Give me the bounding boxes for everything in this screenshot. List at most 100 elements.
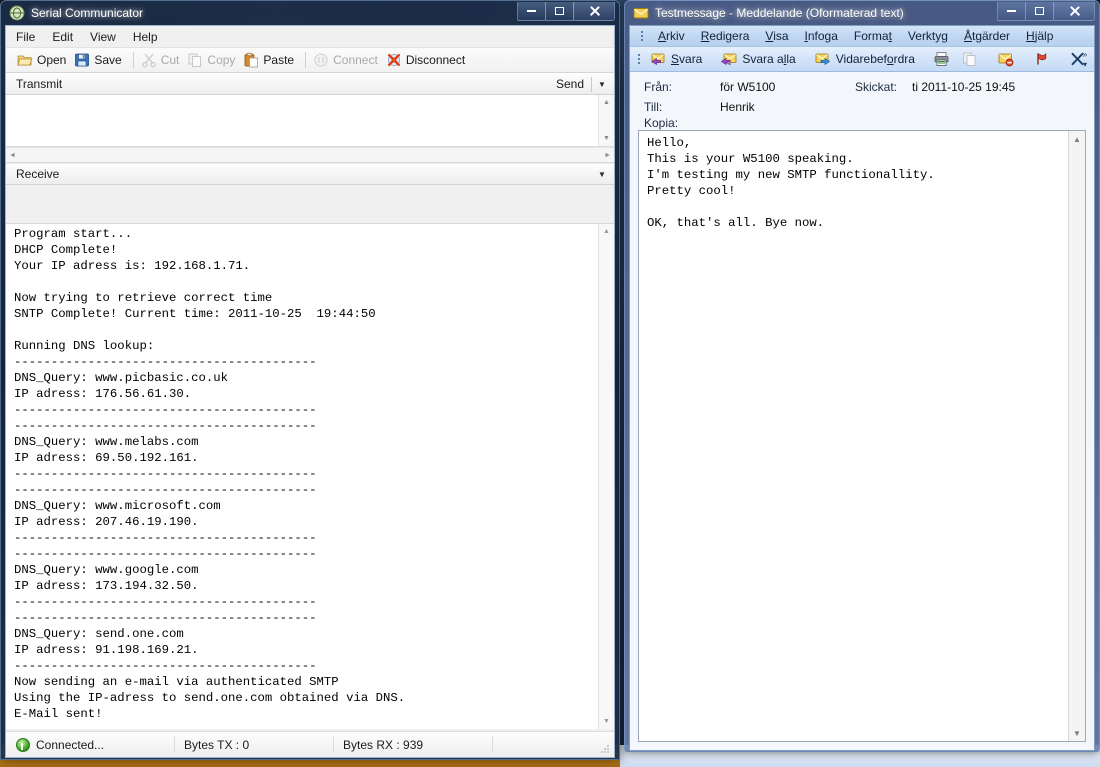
scroll-right-icon[interactable]: ► <box>604 152 611 159</box>
menu-item-help[interactable]: Help <box>133 30 158 44</box>
toolbar[interactable]: Open Save <box>6 48 614 73</box>
close-icon <box>1069 6 1080 17</box>
menu-item-edit[interactable]: Edit <box>52 30 73 44</box>
toolbar-button-open[interactable]: Open <box>15 49 72 71</box>
status-connection-text: Connected... <box>36 738 104 752</box>
close-button[interactable] <box>1053 2 1095 21</box>
toolbar-button-paste[interactable]: Paste <box>241 49 300 71</box>
toolbar-grip-icon[interactable] <box>638 52 640 66</box>
cc-label: Kopia: <box>644 116 678 130</box>
menu-item-file[interactable]: File <box>16 30 35 44</box>
chevron-down-icon[interactable]: ▼ <box>592 170 612 179</box>
toolbar-button-copy[interactable] <box>956 48 984 70</box>
menu-item-infoga[interactable]: Infoga <box>797 29 846 43</box>
transmit-vertical-scrollbar[interactable]: ▲ ▼ <box>598 95 614 146</box>
junk-mail-icon <box>997 51 1015 67</box>
transmit-horizontal-scrollbar[interactable]: ◄ ► <box>6 147 614 163</box>
toolbar-button-connect[interactable]: Connect <box>311 49 384 71</box>
toolbar-overflow-icon[interactable]: »▾ <box>1078 49 1092 70</box>
toolbar-label-paste: Paste <box>263 53 294 67</box>
toolbar-rest: rdra <box>894 52 915 66</box>
toolbar-accel: o <box>887 52 894 66</box>
resize-grip-icon[interactable] <box>599 743 611 755</box>
toolbar-button-flag[interactable] <box>1028 48 1056 70</box>
transmit-textarea[interactable]: ▲ ▼ <box>6 95 614 147</box>
window-frame: Testmessage - Meddelande (Oformaterad te… <box>624 0 1100 752</box>
menu-rest: jälp <box>1035 29 1054 43</box>
close-button[interactable] <box>573 2 615 21</box>
menu-item-verktyg[interactable]: Verktyg <box>900 29 956 43</box>
message-body-panel[interactable]: Hello, This is your W5100 speaking. I'm … <box>638 130 1086 742</box>
status-bytes-tx: Bytes TX : 0 <box>174 732 333 757</box>
menu-rest: edigera <box>709 29 749 43</box>
toolbar-button-disconnect[interactable]: Disconnect <box>384 49 471 71</box>
toolbar-accel: S <box>671 52 679 66</box>
maximize-button[interactable] <box>545 2 574 21</box>
minimize-button[interactable] <box>997 2 1026 21</box>
menu-item-atgarder[interactable]: Åtgärder <box>956 29 1018 43</box>
menu-item-arkiv[interactable]: Arkiv <box>650 29 693 43</box>
menubar[interactable]: File Edit View Help <box>6 26 614 48</box>
scroll-left-icon[interactable]: ◄ <box>9 152 16 159</box>
toolbar-button-reply-all[interactable]: Svara alla <box>715 48 800 70</box>
titlebar[interactable]: Testmessage - Meddelande (Oformaterad te… <box>629 2 1095 25</box>
scroll-up-icon[interactable]: ▲ <box>599 224 614 239</box>
receive-vertical-scrollbar[interactable]: ▲ ▼ <box>598 224 614 729</box>
window-controls[interactable] <box>518 2 615 22</box>
scroll-up-icon[interactable]: ▲ <box>1069 131 1085 147</box>
menu-rest: rkiv <box>666 29 685 43</box>
receive-textarea[interactable]: Program start... DHCP Complete! Your IP … <box>6 223 614 729</box>
minimize-icon <box>1007 10 1016 12</box>
serial-window-client: File Edit View Help Open <box>5 25 615 758</box>
transmit-pane-header: Transmit Send ▼ <box>6 73 614 95</box>
menu-item-visa[interactable]: Visa <box>757 29 796 43</box>
print-icon <box>933 51 951 67</box>
toolbar-label-disconnect: Disconnect <box>406 53 465 67</box>
menubar[interactable]: Arkiv Redigera Visa Infoga Format Verkty… <box>630 26 1094 47</box>
window-frame: Serial Communicator File Edit View Help <box>0 0 620 760</box>
menu-item-redigera[interactable]: Redigera <box>693 29 758 43</box>
toolbar-button-cut[interactable]: Cut <box>139 49 186 71</box>
titlebar[interactable]: Serial Communicator <box>5 2 615 25</box>
menu-item-view[interactable]: View <box>90 30 116 44</box>
copy-icon <box>187 52 203 68</box>
minimize-icon <box>527 10 536 12</box>
outlook-message-window[interactable]: Testmessage - Meddelande (Oformaterad te… <box>624 0 1100 752</box>
toolbar-button-reply[interactable]: Svara <box>644 48 707 70</box>
transmit-label: Transmit <box>16 77 62 91</box>
scroll-up-icon[interactable]: ▲ <box>599 95 614 110</box>
maximize-button[interactable] <box>1025 2 1054 21</box>
menu-pre: Verkty <box>908 29 941 43</box>
scroll-down-icon[interactable]: ▼ <box>599 131 614 146</box>
toolbar-button-print[interactable] <box>928 48 956 70</box>
toolbar-button-copy[interactable]: Copy <box>185 49 241 71</box>
toolbar-label-reply: Svara <box>671 52 702 66</box>
scroll-down-icon[interactable]: ▼ <box>1069 725 1085 741</box>
menu-grip-icon[interactable] <box>638 29 646 43</box>
chevron-down-icon[interactable]: ▼ <box>592 80 612 89</box>
menu-accel: t <box>889 29 892 43</box>
menu-item-format[interactable]: Format <box>846 29 900 43</box>
toolbar-label-reply-all: Svara alla <box>742 52 795 66</box>
toolbar-separator-2 <box>305 52 306 68</box>
scroll-down-icon[interactable]: ▼ <box>599 714 614 729</box>
maximize-icon <box>1035 7 1044 15</box>
toolbar-button-save[interactable]: Save <box>72 49 127 71</box>
serial-communicator-window[interactable]: Serial Communicator File Edit View Help <box>0 0 620 760</box>
receive-actions[interactable]: ▼ <box>592 170 612 179</box>
menu-accel: g <box>941 29 948 43</box>
toolbar[interactable]: Svara Svara alla <box>630 47 1094 72</box>
app-icon <box>9 5 25 21</box>
toolbar-button-forward[interactable]: Vidarebefordra <box>809 48 920 70</box>
status-bytes-rx: Bytes RX : 939 <box>333 732 492 757</box>
receive-log-text: Program start... DHCP Complete! Your IP … <box>14 226 594 729</box>
send-button[interactable]: Send <box>549 77 591 91</box>
menu-item-hjalp[interactable]: Hjälp <box>1018 29 1061 43</box>
window-controls[interactable] <box>998 2 1095 22</box>
maximize-icon <box>555 7 564 15</box>
toolbar-button-junk[interactable] <box>992 48 1020 70</box>
message-vertical-scrollbar[interactable]: ▲ ▼ <box>1068 131 1085 741</box>
scissors-icon <box>141 52 157 68</box>
transmit-actions[interactable]: Send ▼ <box>549 77 612 92</box>
minimize-button[interactable] <box>517 2 546 21</box>
